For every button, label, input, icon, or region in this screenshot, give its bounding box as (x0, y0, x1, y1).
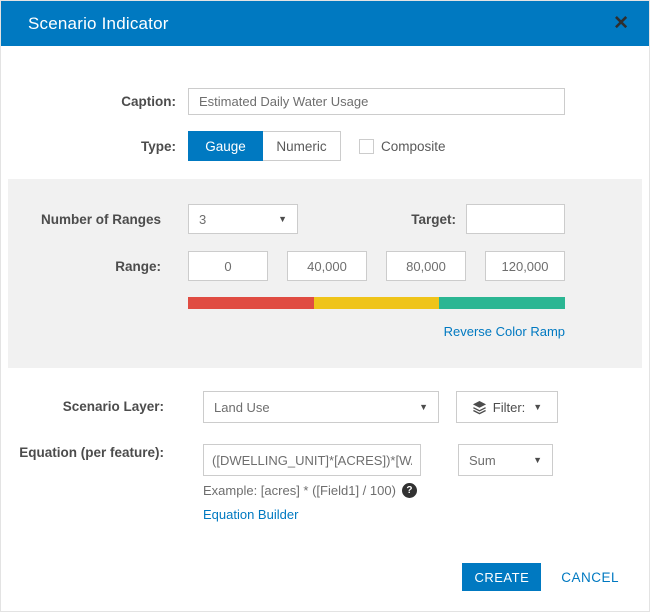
dialog-footer: CREATE CANCEL (462, 563, 619, 591)
chevron-down-icon: ▼ (533, 402, 543, 412)
scenario-layer-value: Land Use (214, 399, 270, 415)
aggregation-dropdown[interactable]: Sum ▼ (458, 444, 553, 476)
color-ramp-red-segment (188, 297, 314, 309)
filter-label: Filter: (492, 399, 526, 415)
caption-row: Caption: (1, 88, 649, 115)
range-row: Range: (8, 251, 642, 281)
equation-builder-link[interactable]: Equation Builder (203, 507, 298, 522)
range-input-3[interactable] (386, 251, 466, 281)
scenario-layer-row: Scenario Layer: Land Use ▼ Filter: ▼ (1, 391, 649, 423)
color-ramp-green-segment (439, 297, 566, 309)
number-of-ranges-row: Number of Ranges 3 ▼ Target: (8, 204, 642, 234)
composite-checkbox[interactable] (359, 138, 374, 154)
composite-option[interactable]: Composite (359, 138, 446, 154)
equation-row: Equation (per feature): Example: [acres]… (1, 444, 649, 522)
type-toggle: Gauge Numeric (188, 131, 341, 161)
ranges-panel: Number of Ranges 3 ▼ Target: Range: Reve… (8, 179, 642, 368)
caption-label: Caption: (121, 94, 176, 109)
scenario-layer-label: Scenario Layer: (62, 398, 164, 414)
aggregation-value: Sum (469, 452, 496, 468)
equation-builder-wrap: Equation Builder (203, 507, 421, 522)
chevron-down-icon: ▼ (419, 402, 428, 412)
target-label: Target: (411, 211, 456, 227)
reverse-color-ramp-link[interactable]: Reverse Color Ramp (444, 324, 565, 339)
range-input-1[interactable] (188, 251, 268, 281)
equation-column: Example: [acres] * ([Field1] / 100) ? Eq… (203, 444, 421, 522)
reverse-color-ramp-wrap: Reverse Color Ramp (188, 323, 565, 341)
filter-button[interactable]: Filter: ▼ (456, 391, 558, 423)
equation-example: Example: [acres] * ([Field1] / 100) ? (203, 483, 421, 498)
close-icon[interactable]: ✕ (613, 14, 629, 33)
range-label: Range: (115, 258, 161, 274)
cancel-button[interactable]: CANCEL (561, 570, 619, 585)
type-option-numeric[interactable]: Numeric (263, 131, 341, 161)
type-row: Type: Gauge Numeric Composite (1, 131, 649, 161)
number-of-ranges-value: 3 (199, 211, 207, 227)
number-of-ranges-dropdown[interactable]: 3 ▼ (188, 204, 298, 234)
range-input-4[interactable] (485, 251, 565, 281)
target-input[interactable] (466, 204, 565, 234)
composite-label: Composite (381, 138, 446, 154)
caption-input[interactable] (188, 88, 565, 115)
color-ramp (188, 297, 566, 309)
range-input-2[interactable] (287, 251, 367, 281)
dialog-header: Scenario Indicator ✕ (1, 1, 649, 46)
create-button[interactable]: CREATE (462, 563, 542, 591)
color-ramp-yellow-segment (313, 297, 440, 309)
number-of-ranges-label: Number of Ranges (40, 211, 161, 227)
type-option-gauge[interactable]: Gauge (188, 131, 263, 161)
scenario-indicator-dialog: Scenario Indicator ✕ Caption: Type: Gaug… (0, 0, 650, 612)
equation-example-text: Example: [acres] * ([Field1] / 100) (203, 483, 396, 498)
equation-input[interactable] (203, 444, 421, 476)
type-label: Type: (140, 138, 176, 154)
dialog-title: Scenario Indicator (28, 13, 169, 33)
layers-icon (472, 400, 487, 415)
help-icon[interactable]: ? (401, 483, 417, 498)
equation-label: Equation (per feature): (19, 445, 164, 460)
scenario-layer-dropdown[interactable]: Land Use ▼ (203, 391, 439, 423)
chevron-down-icon: ▼ (278, 214, 287, 224)
range-inputs (188, 251, 565, 281)
chevron-down-icon: ▼ (533, 455, 542, 465)
